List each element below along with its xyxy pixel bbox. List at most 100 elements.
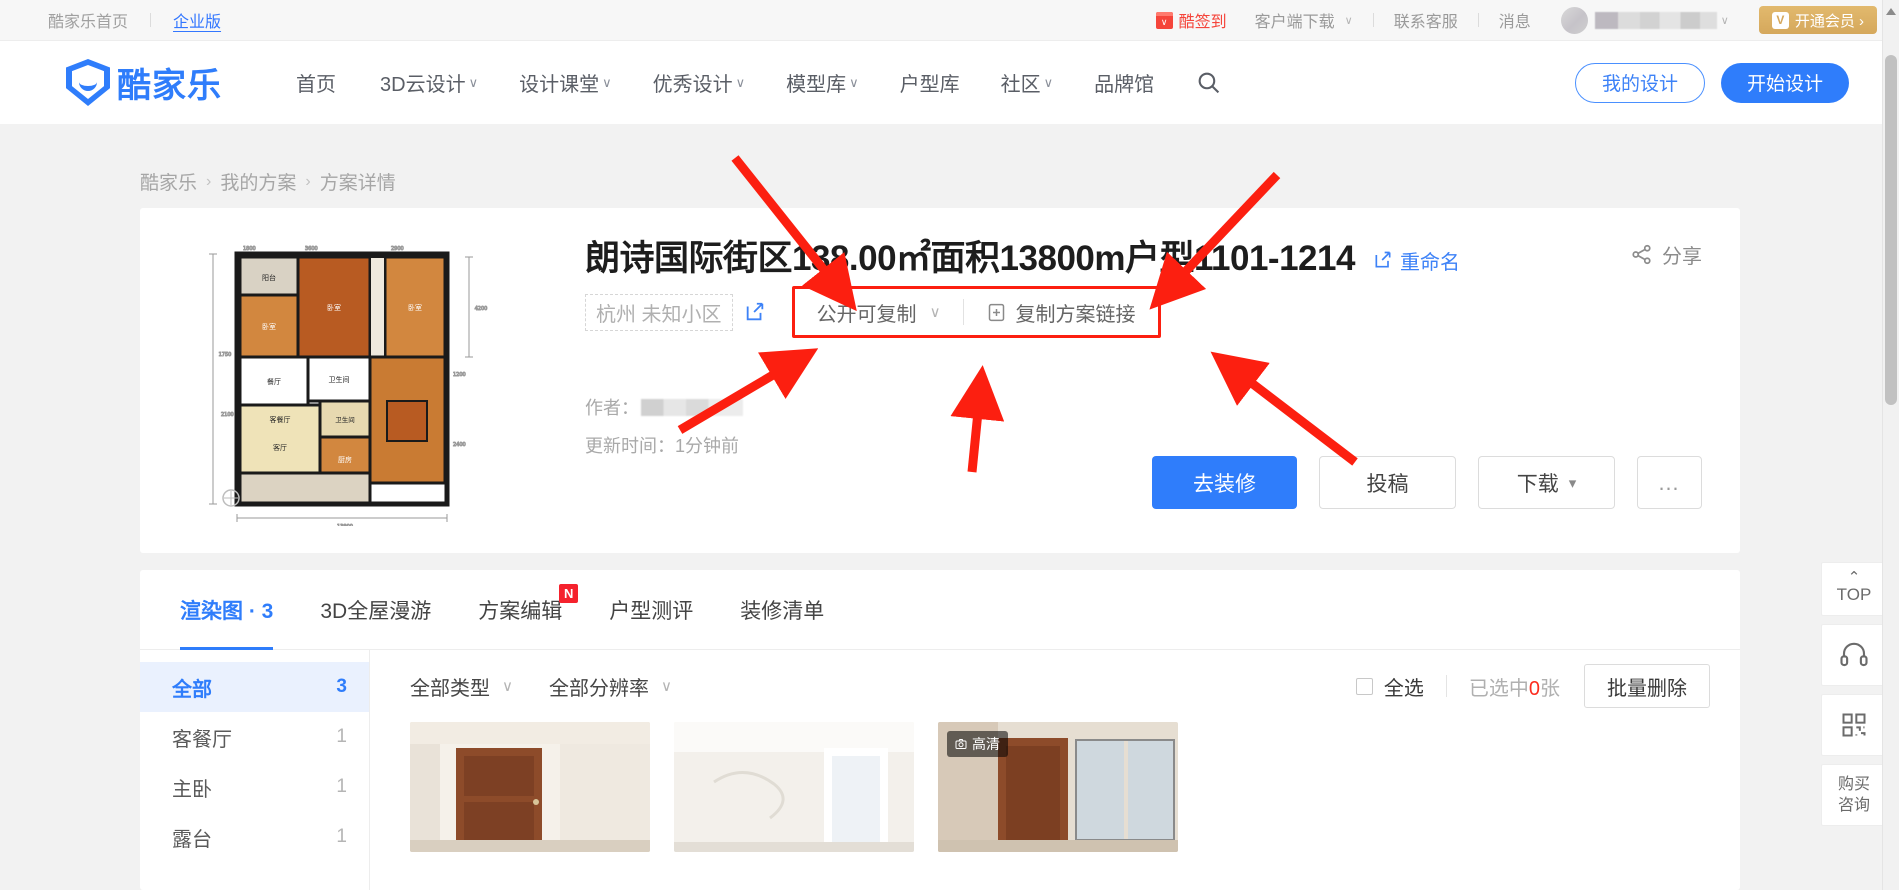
scroll-up-arrow-icon[interactable] (1886, 8, 1896, 15)
topbar-left-links: 酷家乐首页 企业版 (48, 8, 221, 32)
rename-button[interactable]: 重命名 (1373, 246, 1460, 275)
select-all-checkbox[interactable] (1355, 677, 1373, 695)
sidebar-item-all[interactable]: 全部 3 (140, 662, 369, 712)
permission-label: 公开可复制 (816, 303, 917, 326)
chevron-down-icon: ∨ (735, 74, 746, 90)
breadcrumb-item-home[interactable]: 酷家乐 (140, 168, 197, 195)
svg-text:13800: 13800 (337, 524, 353, 526)
render-thumbnail[interactable]: 高清 (938, 722, 1178, 852)
render-image-1 (410, 722, 650, 852)
sidebar-item-count: 3 (336, 676, 347, 697)
floorplan-thumbnail[interactable]: 阳台 卧室 卧室 卧室 餐厅 卫生间 客餐厅 客厅 卫生间 厨房 1750 42… (195, 236, 515, 526)
main-navigation-bar: 酷家乐 首页 3D云设计 ∨ 设计课堂 ∨ 优秀设计 ∨ 模型库 ∨ 户型库 社… (0, 41, 1899, 124)
chevron-down-icon: ∨ (1043, 74, 1054, 90)
topbar-enterprise-link[interactable]: 企业版 (173, 8, 221, 32)
topbar-home-link[interactable]: 酷家乐首页 (48, 8, 128, 32)
nav-items: 首页 3D云设计 ∨ 设计课堂 ∨ 优秀设计 ∨ 模型库 ∨ 户型库 社区 ∨ … (296, 68, 1221, 97)
nav-label: 3D云设计 (380, 74, 466, 96)
plan-meta-row: 杭州 未知小区 公开可复制 ∨ 复制方案链接 (585, 286, 1161, 338)
nav-item-design-classroom[interactable]: 设计课堂 ∨ (519, 68, 612, 97)
nav-item-excellent-design[interactable]: 优秀设计 ∨ (653, 68, 746, 97)
back-to-top-button[interactable]: ⌃ TOP (1821, 562, 1887, 616)
render-thumbnail[interactable] (674, 722, 914, 852)
filter-bar: 全部类型 ∨ 全部分辨率 ∨ 全选 已选中0张 批量删除 (370, 650, 1740, 722)
site-logo[interactable]: 酷家乐 (66, 58, 222, 107)
community-field[interactable]: 杭州 未知小区 (585, 293, 733, 331)
sidebar-item-count: 1 (336, 826, 347, 847)
contact-support-link[interactable]: 联系客服 (1394, 8, 1458, 32)
permission-dropdown[interactable]: 公开可复制 ∨ (795, 298, 963, 327)
batch-delete-button[interactable]: 批量删除 (1584, 664, 1710, 708)
filter-label: 全部分辨率 (548, 677, 649, 700)
sidebar-item-living-dining[interactable]: 客餐厅 1 (140, 712, 369, 762)
page-scrollbar[interactable] (1882, 0, 1899, 890)
shield-smile-icon (66, 59, 110, 106)
author-label: 作者： (585, 398, 639, 418)
sidebar-item-count: 1 (336, 776, 347, 797)
nav-item-brand-hall[interactable]: 品牌馆 (1094, 68, 1154, 97)
filter-resolution-dropdown[interactable]: 全部分辨率 ∨ (549, 672, 672, 701)
search-icon[interactable] (1196, 70, 1221, 95)
download-label: 下载 (1516, 472, 1559, 496)
page-title: 朗诗国际街区138.00㎡面积13800m户型1101-1214 (585, 239, 1355, 278)
user-account-menu[interactable]: ∨ (1560, 6, 1729, 34)
client-download-menu[interactable]: 客户端下载 ∨ (1255, 8, 1353, 32)
divider (1445, 675, 1447, 697)
customer-service-button[interactable] (1821, 624, 1887, 686)
share-button[interactable]: 分享 (1630, 240, 1702, 269)
copy-plan-link-label: 复制方案链接 (1015, 303, 1136, 326)
nav-item-floorplan-library[interactable]: 户型库 (900, 68, 960, 97)
sign-in-label: 酷签到 (1178, 14, 1227, 31)
become-member-button[interactable]: V 开通会员 › (1758, 6, 1877, 34)
scrollbar-thumb[interactable] (1885, 55, 1897, 405)
chevron-down-icon: ∨ (468, 74, 479, 90)
nav-item-3d-design[interactable]: 3D云设计 ∨ (380, 68, 478, 97)
svg-text:卧室: 卧室 (327, 303, 341, 312)
sign-in-button[interactable]: 酷签到 (1155, 8, 1227, 32)
hd-badge-label: 高清 (972, 736, 1000, 752)
nav-item-home[interactable]: 首页 (296, 68, 339, 97)
nav-item-community[interactable]: 社区 ∨ (1001, 68, 1054, 97)
plan-detail-card: 阳台 卧室 卧室 卧室 餐厅 卫生间 客餐厅 客厅 卫生间 厨房 1750 42… (140, 208, 1740, 553)
messages-link[interactable]: 消息 (1499, 8, 1531, 32)
go-decorate-button[interactable]: 去装修 (1152, 456, 1297, 509)
nav-label: 社区 (1000, 74, 1041, 96)
tab-3d-walkthrough[interactable]: 3D全屋漫游 (320, 570, 431, 650)
author-row: 作者： (585, 394, 743, 420)
select-all-label[interactable]: 全选 (1384, 672, 1424, 701)
sidebar-item-label: 全部 (172, 678, 212, 701)
qr-code-button[interactable] (1821, 694, 1887, 756)
more-actions-button[interactable]: … (1637, 456, 1702, 509)
edit-community-button[interactable] (744, 301, 766, 323)
purchase-line-1: 购买 (1837, 776, 1870, 793)
username-redacted (1594, 11, 1717, 29)
breadcrumb-item-my-plans[interactable]: 我的方案 (220, 168, 296, 195)
tab-plan-edit[interactable]: 方案编辑 N (478, 570, 579, 650)
chevron-down-icon: ∨ (1344, 14, 1353, 27)
filter-type-dropdown[interactable]: 全部类型 ∨ (410, 672, 513, 701)
topbar-divider-2 (1372, 13, 1374, 27)
edit-icon (746, 302, 763, 321)
nav-item-model-library[interactable]: 模型库 ∨ (786, 68, 859, 97)
submit-button[interactable]: 投稿 (1319, 456, 1456, 509)
chevron-down-icon: ∨ (602, 74, 612, 90)
tab-floorplan-review[interactable]: 户型测评 (609, 570, 693, 650)
sidebar-item-terrace[interactable]: 露台 1 (140, 812, 369, 862)
tab-renders[interactable]: 渲染图 · 3 (180, 570, 274, 650)
share-icon (1632, 244, 1651, 265)
purchase-consult-button[interactable]: 购买 咨询 (1821, 764, 1887, 826)
rename-label: 重命名 (1399, 251, 1460, 274)
svg-text:餐厅: 餐厅 (267, 377, 281, 386)
author-name-redacted (641, 398, 743, 416)
sidebar-item-master-bedroom[interactable]: 主卧 1 (140, 762, 369, 812)
chevron-down-icon: ∨ (502, 678, 513, 695)
copy-plan-link-button[interactable]: 复制方案链接 (964, 298, 1158, 327)
room-filter-sidebar: 全部 3 客餐厅 1 主卧 1 露台 1 (140, 650, 370, 890)
tab-bar: 渲染图 · 3 3D全屋漫游 方案编辑 N 户型测评 装修清单 (140, 570, 1740, 650)
vip-badge-icon: V (1771, 11, 1789, 29)
start-design-button[interactable]: 开始设计 (1720, 62, 1849, 103)
render-thumbnail[interactable] (410, 722, 650, 852)
download-button[interactable]: 下载 ▾ (1478, 456, 1615, 509)
my-design-button[interactable]: 我的设计 (1574, 62, 1705, 103)
tab-decoration-list[interactable]: 装修清单 (740, 570, 824, 650)
